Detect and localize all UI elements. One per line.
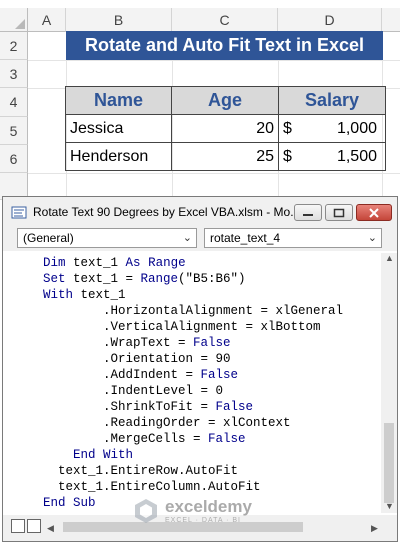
sheet-title-cell[interactable]: Rotate and Auto Fit Text in Excel	[66, 31, 383, 60]
code-line[interactable]: .Orientation = 90	[43, 351, 381, 367]
chevron-down-icon: ⌄	[367, 232, 377, 244]
close-button[interactable]	[356, 204, 392, 221]
procedure-dropdown[interactable]: rotate_text_4 ⌄	[204, 228, 382, 248]
column-header-d[interactable]: D	[278, 8, 382, 32]
code-editor[interactable]: Dim text_1 As Range Set text_1 = Range("B…	[3, 253, 381, 515]
column-header-b[interactable]: B	[66, 8, 172, 32]
object-dropdown[interactable]: (General) ⌄	[17, 228, 197, 248]
gridline	[28, 60, 400, 61]
select-all-corner[interactable]	[0, 8, 28, 32]
cell-name[interactable]: Henderson	[65, 142, 172, 171]
maximize-icon	[333, 208, 345, 217]
code-line[interactable]: With text_1	[43, 287, 381, 303]
code-line[interactable]: .MergeCells = False	[43, 431, 381, 447]
code-line[interactable]: text_1.EntireRow.AutoFit	[43, 463, 381, 479]
code-line[interactable]: .VerticalAlignment = xlBottom	[43, 319, 381, 335]
cell-age[interactable]: 25	[171, 142, 279, 171]
combo-bar: (General) ⌄ rotate_text_4 ⌄	[3, 227, 397, 251]
data-table: Name Age Salary Jessica 20 $1,000 Hender…	[65, 86, 386, 171]
minimize-icon	[303, 213, 313, 216]
salary-value: 1,500	[336, 147, 377, 165]
salary-value: 1,000	[336, 119, 377, 137]
scroll-left-icon[interactable]: ◀	[47, 523, 54, 534]
code-text[interactable]: Dim text_1 As Range Set text_1 = Range("B…	[3, 253, 381, 511]
header-name[interactable]: Name	[65, 86, 172, 115]
row-header-2[interactable]: 2	[0, 32, 28, 60]
scroll-right-icon[interactable]: ▶	[371, 523, 378, 534]
header-salary[interactable]: Salary	[278, 86, 386, 115]
row-header-5[interactable]: 5	[0, 117, 28, 145]
cell-age[interactable]: 20	[171, 114, 279, 143]
procedure-dropdown-value: rotate_text_4	[210, 231, 281, 245]
code-line[interactable]: text_1.EntireColumn.AutoFit	[43, 479, 381, 495]
chevron-down-icon: ⌄	[182, 232, 192, 244]
code-line[interactable]: .ShrinkToFit = False	[43, 399, 381, 415]
vertical-scrollbar[interactable]: ▲ ▼	[381, 253, 397, 513]
code-line[interactable]: Set text_1 = Range("B5:B6")	[43, 271, 381, 287]
procedure-view-icon[interactable]	[11, 519, 25, 533]
close-icon	[369, 207, 379, 218]
cell-name[interactable]: Jessica	[65, 114, 172, 143]
maximize-button[interactable]	[325, 204, 353, 221]
code-line[interactable]: .HorizontalAlignment = xlGeneral	[43, 303, 381, 319]
column-header-e[interactable]	[382, 8, 400, 32]
object-dropdown-value: (General)	[23, 231, 74, 245]
row-header-3[interactable]: 3	[0, 60, 28, 88]
column-header-a[interactable]: A	[28, 8, 66, 32]
window-title: Rotate Text 90 Degrees by Excel VBA.xlsm…	[33, 205, 295, 219]
code-line[interactable]: End With	[43, 447, 381, 463]
scroll-down-icon[interactable]: ▼	[385, 501, 394, 511]
code-line[interactable]: .AddIndent = False	[43, 367, 381, 383]
watermark-tagline: EXCEL · DATA · BI	[165, 517, 241, 524]
module-icon	[11, 206, 27, 219]
table-row: Henderson 25 $1,500	[65, 142, 386, 171]
row-header-4[interactable]: 4	[0, 88, 28, 117]
code-line[interactable]: Dim text_1 As Range	[43, 255, 381, 271]
gridline	[28, 173, 400, 174]
header-age[interactable]: Age	[171, 86, 279, 115]
column-header-c[interactable]: C	[172, 8, 278, 32]
exceldemy-logo-icon	[135, 498, 157, 523]
scroll-thumb[interactable]	[384, 423, 394, 503]
cell-salary[interactable]: $1,500	[278, 142, 386, 171]
table-row: Jessica 20 $1,000	[65, 114, 386, 143]
window-titlebar[interactable]: Rotate Text 90 Degrees by Excel VBA.xlsm…	[3, 197, 397, 227]
currency-symbol: $	[283, 147, 292, 165]
vba-code-window: Rotate Text 90 Degrees by Excel VBA.xlsm…	[2, 196, 398, 542]
table-header-row: Name Age Salary	[65, 86, 386, 115]
excel-sheet: A B C D 2 3 4 5 6 Rotate and Auto Fit Te…	[0, 0, 400, 200]
code-line[interactable]: .WrapText = False	[43, 335, 381, 351]
row-header-6[interactable]: 6	[0, 145, 28, 173]
currency-symbol: $	[283, 119, 292, 137]
code-line[interactable]: .IndentLevel = 0	[43, 383, 381, 399]
full-module-view-icon[interactable]	[27, 519, 41, 533]
minimize-button[interactable]	[294, 204, 322, 221]
code-line[interactable]: .ReadingOrder = xlContext	[43, 415, 381, 431]
cell-salary[interactable]: $1,000	[278, 114, 386, 143]
watermark-name: exceldemy	[165, 497, 252, 516]
watermark: exceldemy EXCEL · DATA · BI	[133, 497, 252, 524]
scroll-up-icon[interactable]: ▲	[385, 253, 394, 263]
